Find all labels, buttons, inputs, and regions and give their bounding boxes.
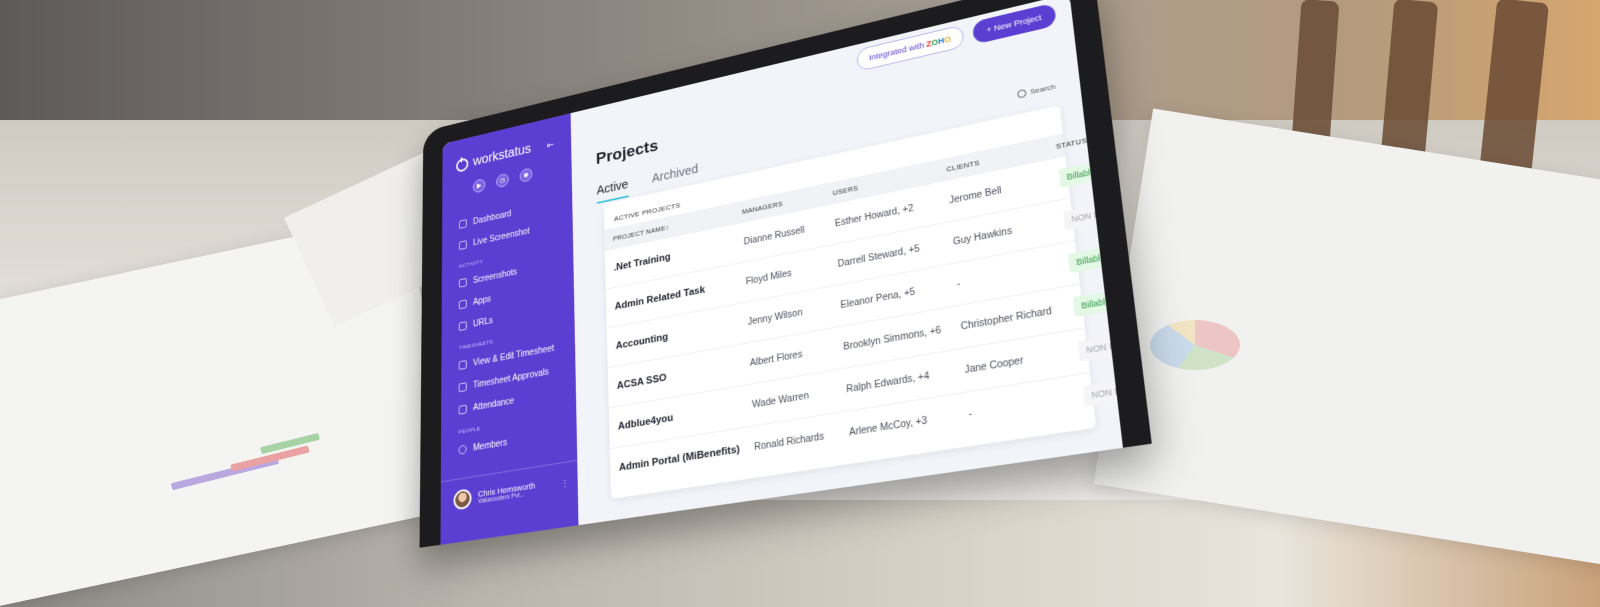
status-badge: Billable — [1068, 246, 1114, 273]
users-summary: Eleanor Pena, +5 — [840, 279, 957, 311]
client-name: Christopher Richard — [960, 302, 1074, 332]
screenshot-icon — [459, 278, 467, 288]
manager-name: Wade Warren — [752, 384, 847, 410]
apps-icon — [459, 299, 467, 309]
sidebar-item-label: Screenshots — [473, 267, 517, 285]
manager-name: Floyd Miles — [745, 259, 837, 287]
main-content: Integrated with ZOHO + New Project Proje… — [571, 0, 1123, 525]
client-name: Guy Hawkins — [953, 216, 1065, 248]
kebab-menu-icon[interactable]: ⋮ — [560, 478, 569, 489]
client-name: - — [968, 391, 1084, 420]
status-badge: Billable — [1073, 290, 1119, 317]
status-badge: Billable — [1058, 161, 1103, 188]
col-status: STATUS — [1056, 127, 1123, 150]
manager-name: Dianne Russell — [743, 219, 835, 247]
background-pie-graphic — [1150, 320, 1240, 370]
sidebar-item-label: Attendance — [473, 396, 514, 413]
project-name[interactable]: Admin Portal (MiBenefits) — [619, 442, 755, 474]
dashboard-icon — [459, 219, 467, 229]
avatar — [454, 488, 472, 510]
sidebar-item-label: URLs — [473, 316, 493, 329]
integrated-label: Integrated with — [869, 41, 925, 62]
sidebar-item-label: Apps — [473, 294, 491, 307]
client-name: - — [956, 258, 1069, 289]
client-name: Jane Cooper — [964, 346, 1079, 376]
status-badge: NON Billable — [1063, 199, 1123, 231]
url-icon — [459, 321, 467, 331]
zoho-logo: ZOHO — [926, 34, 951, 48]
users-summary: Arlene McCoy, +3 — [849, 409, 969, 438]
timesheet-icon — [459, 360, 467, 370]
search-placeholder: Search — [1030, 82, 1056, 96]
users-summary: Ralph Edwards, +4 — [846, 365, 965, 395]
manager-name: Ronald Richards — [754, 427, 850, 452]
manager-name: Albert Flores — [750, 342, 844, 368]
project-name[interactable]: Adblue4you — [618, 399, 753, 432]
page-title: Projects — [596, 137, 659, 169]
live-screenshot-icon — [459, 240, 467, 250]
client-name: Jerome Bell — [949, 173, 1060, 205]
sidebar-item-label: Dashboard — [473, 209, 511, 226]
integrated-with-zoho-button[interactable]: Integrated with ZOHO — [856, 25, 964, 72]
manager-name: Jenny Wilson — [748, 300, 841, 327]
new-project-button[interactable]: + New Project — [972, 3, 1057, 45]
members-icon — [459, 445, 467, 455]
search-icon — [1017, 89, 1027, 99]
user-profile[interactable]: Chris Hemsworth Valuecoders Pvt... ⋮ — [441, 460, 578, 513]
users-summary: Brooklyn Simmons, +6 — [843, 322, 961, 353]
sidebar: workstatus ⇤ ▶ ◷ ◉ Dashboard Live Screen… — [440, 113, 578, 545]
status-badge: NON Billable — [1078, 330, 1123, 361]
collapse-left-icon[interactable]: ⇤ — [547, 138, 554, 150]
approval-icon — [459, 382, 467, 392]
search-input[interactable]: Search — [1017, 82, 1056, 99]
sidebar-nav: Dashboard Live Screenshot ACTIVITY Scree… — [441, 171, 577, 464]
projects-table: ACTIVE PROJECTS PROJECT NAME↑ MANAGERS U… — [604, 105, 1097, 499]
attendance-icon — [459, 405, 467, 415]
status-badge: NON Billable — [1083, 376, 1123, 407]
sidebar-item-label: Live Screenshot — [473, 226, 530, 247]
users-summary: Darrell Steward, +5 — [837, 237, 953, 269]
user-info: Chris Hemsworth Valuecoders Pvt... — [478, 481, 535, 505]
users-summary: Esther Howard, +2 — [835, 196, 950, 229]
sidebar-item-label: Members — [473, 438, 507, 453]
project-name[interactable]: ACSA SSO — [617, 358, 750, 392]
